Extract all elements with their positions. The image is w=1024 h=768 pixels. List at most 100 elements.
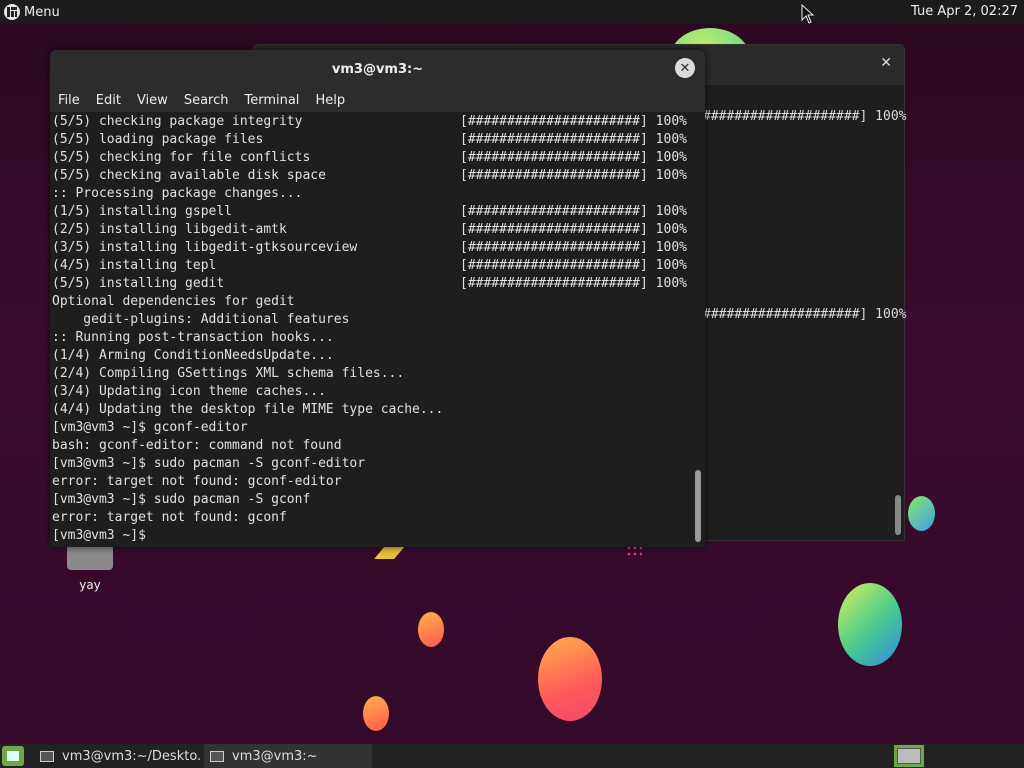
- progress-text: [######################] 100%: [460, 276, 687, 291]
- desktop-icon-label: yay: [79, 578, 101, 592]
- terminal-line: error: target not found: gconf: [52, 509, 692, 527]
- terminal-line: (5/5) checking for file conflicts [######…: [52, 149, 692, 167]
- terminal-line-text: error: target not found: gconf: [52, 510, 287, 525]
- scrollbar[interactable]: [695, 470, 701, 542]
- progress-text: [######################] 100%: [460, 132, 687, 147]
- terminal-line-text: (5/5) checking available disk space: [52, 168, 326, 183]
- terminal-line: (2/4) Compiling GSettings XML schema fil…: [52, 365, 692, 383]
- terminal-line-text: (5/5) installing gedit: [52, 276, 225, 291]
- workspace-switcher[interactable]: [894, 745, 924, 767]
- decor-bubble: [418, 612, 444, 647]
- terminal-icon: [40, 750, 54, 762]
- manjaro-logo-icon: [7, 751, 19, 761]
- terminal-line-text: (3/4) Updating icon theme caches...: [52, 384, 326, 399]
- menu-edit[interactable]: Edit: [96, 93, 121, 108]
- terminal-line-text: (5/5) loading package files: [52, 132, 264, 147]
- terminal-line: (1/4) Arming ConditionNeedsUpdate...: [52, 347, 692, 365]
- menu-file[interactable]: File: [58, 93, 80, 108]
- close-button[interactable]: ✕: [675, 58, 695, 78]
- terminal-line-text: error: target not found: gconf-editor: [52, 474, 342, 489]
- terminal-line: (1/5) installing gspell [################…: [52, 203, 692, 221]
- menu-view[interactable]: View: [137, 93, 168, 108]
- terminal-line: (5/5) loading package files [############…: [52, 131, 692, 149]
- progress-text: [######################] 100%: [460, 222, 687, 237]
- terminal-output[interactable]: (5/5) checking package integrity [#######…: [52, 113, 692, 547]
- terminal-line-text: [vm3@vm3 ~]$ sudo pacman -S gconf-editor: [52, 456, 366, 471]
- progress-text: [######################] 100%: [460, 258, 687, 273]
- menu-help[interactable]: Help: [315, 93, 345, 108]
- menu-button[interactable]: Menu: [0, 0, 64, 24]
- terminal-line-text: (4/4) Updating the desktop file MIME typ…: [52, 402, 444, 417]
- decor-bubble: [908, 496, 935, 531]
- terminal-line-text: (1/4) Arming ConditionNeedsUpdate...: [52, 348, 334, 363]
- window-title: vm3@vm3:~: [331, 61, 424, 77]
- terminal-line-text: (4/5) installing tepl: [52, 258, 217, 273]
- terminal-line: :: Processing package changes...: [52, 185, 692, 203]
- taskbar-item-label: vm3@vm3:~/Deskto...: [62, 748, 202, 764]
- menu-label: Menu: [24, 4, 60, 20]
- terminal-line-text: (2/5) installing libgedit-amtk: [52, 222, 287, 237]
- terminal-line: gedit-plugins: Additional features: [52, 311, 692, 329]
- decor-bubble: [363, 696, 389, 731]
- decor-streak: [374, 545, 406, 559]
- terminal-line-text: [vm3@vm3 ~]$ gconf-editor: [52, 420, 248, 435]
- taskbar-item[interactable]: vm3@vm3:~/Deskto...: [34, 744, 202, 768]
- progress-text: [######################] 100%: [460, 204, 687, 219]
- terminal-window[interactable]: vm3@vm3:~ ✕ File Edit View Search Termin…: [50, 50, 705, 547]
- terminal-line-text: [vm3@vm3 ~]$ sudo pacman -S gconf: [52, 492, 311, 507]
- terminal-line-text: :: Processing package changes...: [52, 186, 303, 201]
- terminal-line: (4/5) installing tepl [##################…: [52, 257, 692, 275]
- manjaro-menu-icon: [4, 4, 20, 20]
- terminal-line-text: gedit-plugins: Additional features: [52, 312, 350, 327]
- progress-text: [######################] 100%: [460, 168, 687, 183]
- terminal-line-text: bash: gconf-editor: command not found: [52, 438, 342, 453]
- decor-bubble: [838, 583, 902, 666]
- terminal-line: error: target not found: gconf-editor: [52, 473, 692, 491]
- terminal-line: bash: gconf-editor: command not found: [52, 437, 692, 455]
- terminal-line: (3/4) Updating icon theme caches...: [52, 383, 692, 401]
- terminal-line: (5/5) checking package integrity [#######…: [52, 113, 692, 131]
- desktop-icon-yay[interactable]: yay: [60, 540, 120, 592]
- terminal-line: [vm3@vm3 ~]$ gconf-editor: [52, 419, 692, 437]
- terminal-line: [vm3@vm3 ~]$ sudo pacman -S gconf: [52, 491, 692, 509]
- menu-search[interactable]: Search: [184, 93, 229, 108]
- terminal-titlebar[interactable]: vm3@vm3:~ ✕: [50, 50, 705, 88]
- back-terminal-line: ####################] 100%: [703, 307, 907, 322]
- terminal-line: Optional dependencies for gedit: [52, 293, 692, 311]
- progress-text: [######################] 100%: [460, 150, 687, 165]
- workspace-thumbnail[interactable]: [897, 748, 921, 764]
- terminal-line-text: (3/5) installing libgedit-gtksourceview: [52, 240, 358, 255]
- close-icon[interactable]: ✕: [880, 55, 892, 71]
- scrollbar[interactable]: [895, 495, 901, 535]
- taskbar-item-active[interactable]: vm3@vm3:~: [204, 744, 372, 768]
- terminal-line-text: (5/5) checking package integrity: [52, 114, 303, 129]
- terminal-menubar: File Edit View Search Terminal Help: [50, 88, 705, 112]
- terminal-line-text: (5/5) checking for file conflicts: [52, 150, 311, 165]
- terminal-line: (5/5) installing gedit [#################…: [52, 275, 692, 293]
- terminal-line: :: Running post-transaction hooks...: [52, 329, 692, 347]
- decor-dots: [626, 545, 642, 559]
- terminal-line: (5/5) checking available disk space [####…: [52, 167, 692, 185]
- top-panel: Menu Tue Apr 2, 02:27: [0, 0, 1024, 24]
- terminal-line: (3/5) installing libgedit-gtksourceview […: [52, 239, 692, 257]
- terminal-line: [vm3@vm3 ~]$: [52, 527, 692, 545]
- decor-bubble: [538, 637, 602, 721]
- progress-text: [######################] 100%: [460, 114, 687, 129]
- taskbar-item-label: vm3@vm3:~: [232, 748, 318, 764]
- terminal-line-text: [vm3@vm3 ~]$: [52, 528, 154, 543]
- start-menu-button[interactable]: [2, 746, 24, 766]
- terminal-line-text: :: Running post-transaction hooks...: [52, 330, 334, 345]
- terminal-icon: [210, 750, 224, 762]
- clock[interactable]: Tue Apr 2, 02:27: [911, 4, 1018, 19]
- terminal-line-text: (2/4) Compiling GSettings XML schema fil…: [52, 366, 405, 381]
- bottom-panel: vm3@vm3:~/Deskto... vm3@vm3:~: [0, 744, 1024, 768]
- progress-text: [######################] 100%: [460, 240, 687, 255]
- mouse-cursor-icon: [801, 4, 815, 24]
- terminal-line: [vm3@vm3 ~]$ sudo pacman -S gconf-editor: [52, 455, 692, 473]
- back-terminal-line: ####################] 100%: [703, 109, 907, 124]
- terminal-line-text: Optional dependencies for gedit: [52, 294, 295, 309]
- terminal-line: (4/4) Updating the desktop file MIME typ…: [52, 401, 692, 419]
- menu-terminal[interactable]: Terminal: [244, 93, 299, 108]
- terminal-line-text: (1/5) installing gspell: [52, 204, 233, 219]
- terminal-line: (2/5) installing libgedit-amtk [#########…: [52, 221, 692, 239]
